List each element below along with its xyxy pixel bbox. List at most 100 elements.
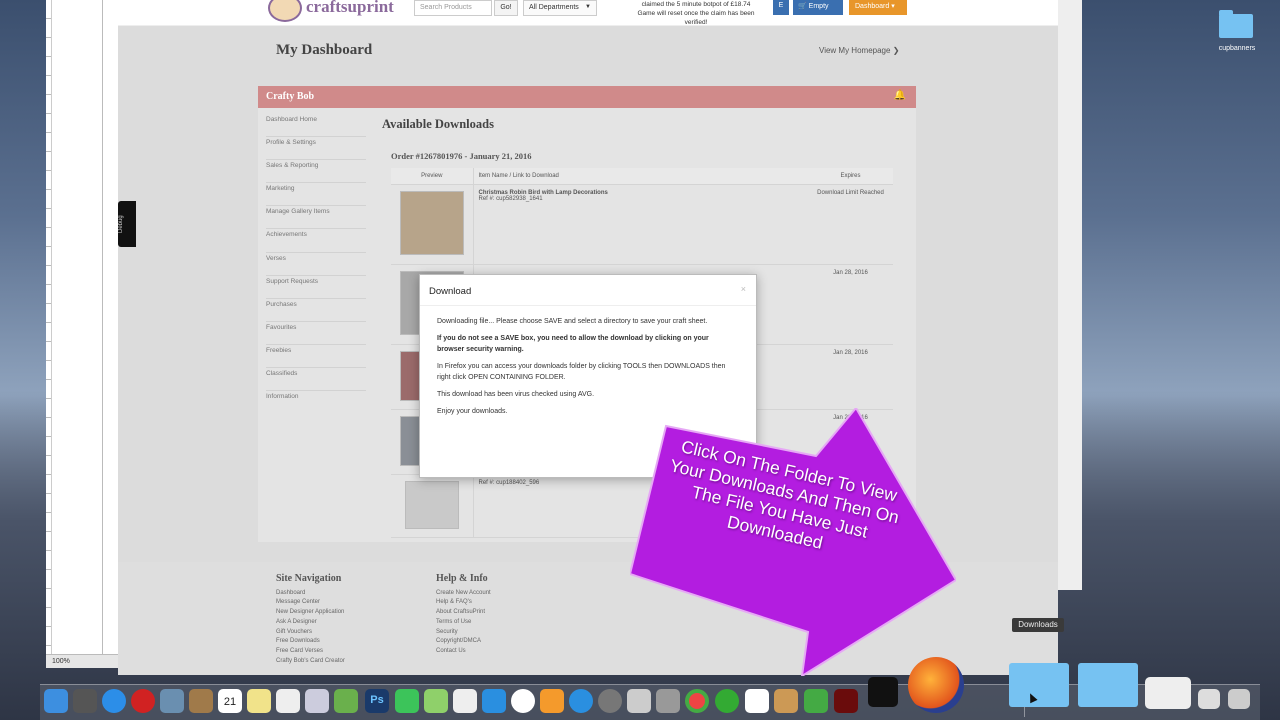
ibooks-icon[interactable]: [540, 689, 564, 713]
trash-icon[interactable]: [1228, 689, 1250, 709]
desktop-folder-icon[interactable]: [1219, 10, 1253, 38]
itunes-icon[interactable]: [511, 689, 535, 713]
order-heading: Order #1267801976 - January 21, 2016: [391, 151, 532, 161]
sidebar-item-gallery[interactable]: Manage Gallery Items: [266, 206, 366, 230]
sidebar-item-marketing[interactable]: Marketing: [266, 183, 366, 207]
margin-guide: [102, 0, 103, 655]
pinnacle-icon[interactable]: [868, 677, 898, 707]
section-heading: Available Downloads: [382, 117, 494, 131]
promo-message: claimed the 5 minute botpot of £18.74 Ga…: [626, 0, 766, 27]
facetime-icon[interactable]: [395, 689, 419, 713]
downloads-folder-icon[interactable]: [1009, 663, 1069, 707]
sidebar-item-support[interactable]: Support Requests: [266, 276, 366, 299]
finder-icon[interactable]: [44, 689, 68, 713]
sidebar-item-freebies[interactable]: Freebies: [266, 345, 366, 369]
cart-label: Empty: [808, 3, 829, 10]
zoom-level[interactable]: 100%: [52, 658, 70, 665]
image-capture-icon[interactable]: [627, 689, 651, 713]
messages-icon[interactable]: [424, 689, 448, 713]
numbers-icon[interactable]: [453, 689, 477, 713]
footer-link[interactable]: Security: [436, 628, 491, 638]
app-store-icon[interactable]: [569, 689, 593, 713]
background-document-window[interactable]: 100%: [46, 0, 120, 668]
footer-link[interactable]: About CraftsuPrint: [436, 608, 491, 618]
cart-button[interactable]: 🛒 Empty: [793, 0, 843, 15]
product-thumbnail[interactable]: [404, 480, 459, 529]
chevron-down-icon: ▾: [891, 3, 895, 10]
footer-link[interactable]: Crafty Bob's Card Creator: [276, 657, 345, 667]
window-thumbnail[interactable]: [1198, 689, 1220, 709]
notification-icon[interactable]: 🔔: [894, 90, 906, 101]
preview-icon[interactable]: [160, 689, 184, 713]
downloads-tooltip: Downloads: [1012, 618, 1064, 632]
close-icon[interactable]: ×: [741, 284, 746, 294]
sidebar-item-verses[interactable]: Verses: [266, 253, 366, 276]
app-icon-c[interactable]: [804, 689, 828, 713]
footer-link[interactable]: Dashboard: [276, 589, 345, 599]
footer-link[interactable]: Contact Us: [436, 647, 491, 657]
footer-site-navigation: Site Navigation Dashboard Message Center…: [276, 574, 345, 666]
firefox-icon[interactable]: [908, 657, 964, 713]
search-input[interactable]: Search Products: [414, 0, 492, 16]
footer-link[interactable]: Create New Account: [436, 589, 491, 599]
sidebar-item-dashboard-home[interactable]: Dashboard Home: [266, 114, 366, 138]
tool-icon[interactable]: [774, 689, 798, 713]
photoshop-icon[interactable]: Ps: [365, 689, 389, 713]
sidebar-item-achievements[interactable]: Achievements: [266, 229, 366, 253]
dock: 21 Ps: [40, 657, 1260, 720]
window-thumbnail[interactable]: [1145, 677, 1191, 709]
footer-link[interactable]: Message Center: [276, 598, 345, 608]
mascot-logo-icon[interactable]: [268, 0, 302, 22]
background-window-edge[interactable]: [1057, 0, 1082, 590]
footer-link[interactable]: New Designer Application: [276, 608, 345, 618]
applications-folder-icon[interactable]: [1078, 663, 1138, 707]
flash-icon[interactable]: [834, 689, 858, 713]
notes-icon[interactable]: [247, 689, 271, 713]
sidebar-item-information[interactable]: Information: [266, 391, 366, 414]
e-button[interactable]: E: [773, 0, 789, 15]
dialog-text: In Firefox you can access your downloads…: [437, 363, 726, 381]
footer-link[interactable]: Help & FAQ's: [436, 598, 491, 608]
site-logo[interactable]: craftsuprint: [306, 0, 394, 17]
department-select[interactable]: All Departments ▼: [523, 0, 597, 16]
chrome-icon[interactable]: [685, 689, 709, 713]
sidebar-item-purchases[interactable]: Purchases: [266, 299, 366, 322]
keynote-icon[interactable]: [482, 689, 506, 713]
calendar-icon[interactable]: 21: [218, 689, 242, 713]
expires-cell: Jan 28, 2016: [808, 264, 893, 345]
footer-link[interactable]: Copyright/DMCA: [436, 637, 491, 647]
maps-icon[interactable]: [334, 689, 358, 713]
item-cell: Christmas Robin Bird with Lamp Decoratio…: [472, 184, 808, 265]
safari-icon[interactable]: [102, 689, 126, 713]
opera-icon[interactable]: [131, 689, 155, 713]
sidebar-item-profile[interactable]: Profile & Settings: [266, 137, 366, 161]
reminders-icon[interactable]: [276, 689, 300, 713]
dashboard-button[interactable]: Dashboard ▾: [849, 0, 907, 15]
footer-link[interactable]: Gift Vouchers: [276, 628, 345, 638]
expires-cell: Download Limit Reached: [808, 184, 893, 265]
footer-link[interactable]: Free Downloads: [276, 637, 345, 647]
sidebar-item-classifieds[interactable]: Classifieds: [266, 368, 366, 392]
launchpad-icon[interactable]: [73, 689, 97, 713]
footer-link[interactable]: Free Card Verses: [276, 647, 345, 657]
utorrent-icon[interactable]: [715, 689, 739, 713]
contacts-icon[interactable]: [189, 689, 213, 713]
view-homepage-link[interactable]: View My Homepage ❯: [819, 46, 899, 55]
polar-icon[interactable]: [745, 689, 769, 713]
debug-tab[interactable]: Debug: [118, 201, 136, 247]
photos-icon[interactable]: [305, 689, 329, 713]
expires-cell: Jan 28, 2016: [808, 344, 893, 410]
item-ref: Ref #: cup582938_1641: [478, 195, 543, 202]
sidebar-item-sales[interactable]: Sales & Reporting: [266, 160, 366, 184]
utility-icon[interactable]: [656, 689, 680, 713]
system-preferences-icon[interactable]: [598, 689, 622, 713]
product-thumbnail[interactable]: [399, 190, 464, 255]
footer-link[interactable]: Terms of Use: [436, 618, 491, 628]
column-header-expires: Expires: [808, 168, 893, 185]
sidebar-item-favourites[interactable]: Favourites: [266, 322, 366, 345]
desktop-folder-label[interactable]: cupbanners: [1207, 45, 1267, 52]
footer-link[interactable]: Ask A Designer: [276, 618, 345, 628]
search-go-button[interactable]: Go!: [494, 0, 518, 16]
column-header-preview: Preview: [391, 168, 473, 185]
table-row: Christmas Robin Bird with Lamp Decoratio…: [391, 184, 893, 265]
